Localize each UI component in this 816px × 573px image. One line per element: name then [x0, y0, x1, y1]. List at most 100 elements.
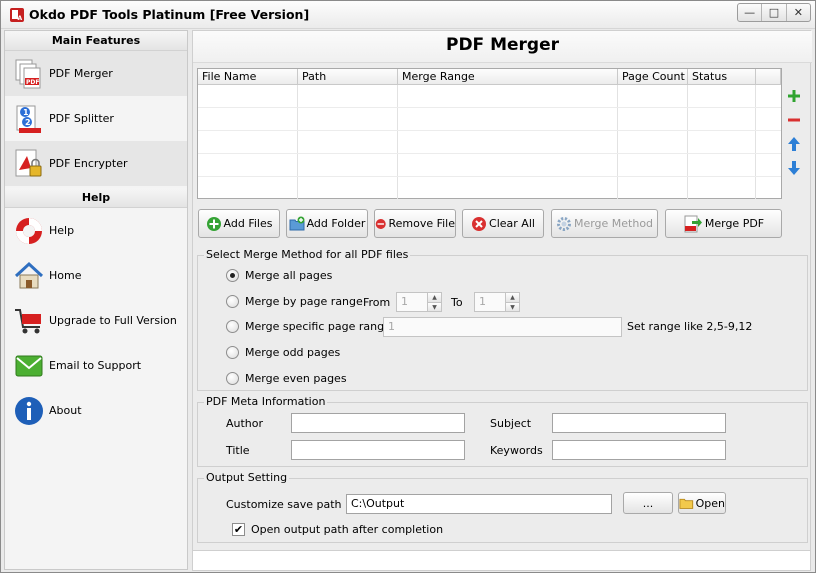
cart-icon — [15, 308, 41, 333]
keywords-field[interactable] — [552, 440, 726, 460]
subject-label: Subject — [490, 417, 532, 430]
meta-info-group: PDF Meta Information Author Subject Titl… — [197, 395, 808, 467]
keywords-label: Keywords — [490, 444, 543, 457]
status-bar — [193, 550, 810, 570]
pdf-splitter-icon: 1 2 — [16, 105, 41, 133]
radio-dot — [226, 269, 239, 282]
sidebar-item-upgrade[interactable]: Upgrade to Full Version — [5, 298, 187, 343]
clear-all-label: Clear All — [489, 217, 535, 230]
spin-down-icon[interactable]: ▼ — [506, 302, 519, 311]
sidebar-item-about[interactable]: About — [5, 388, 187, 433]
sidebar-item-label: PDF Merger — [49, 67, 113, 80]
table-side-tools — [787, 89, 801, 185]
move-down-button[interactable] — [787, 161, 801, 175]
add-files-button[interactable]: Add Files — [198, 209, 280, 238]
title-bar: A Okdo PDF Tools Platinum [Free Version]… — [1, 1, 815, 29]
svg-text:2: 2 — [25, 118, 31, 127]
to-page-stepper[interactable]: 1 ▲ ▼ — [474, 292, 520, 312]
main-features-heading: Main Features — [5, 31, 187, 51]
specific-range-input[interactable]: 1 — [383, 317, 622, 337]
open-after-label: Open output path after completion — [251, 523, 444, 536]
sidebar-item-home[interactable]: Home — [5, 253, 187, 298]
spin-up-icon[interactable]: ▲ — [506, 293, 519, 302]
add-folder-label: Add Folder — [306, 217, 366, 230]
radio-label: Merge by page range — [245, 295, 363, 308]
sidebar-item-label: PDF Encrypter — [49, 157, 128, 170]
column-header-status[interactable]: Status — [688, 69, 756, 84]
table-row — [198, 154, 781, 177]
sidebar-item-label: Home — [49, 269, 82, 282]
to-spin-buttons[interactable]: ▲ ▼ — [505, 293, 519, 311]
minimize-button[interactable]: — — [738, 4, 761, 21]
envelope-icon — [15, 355, 43, 376]
table-header: File Name Path Merge Range Page Count St… — [198, 69, 781, 85]
radio-merge-all[interactable]: Merge all pages — [226, 269, 332, 282]
add-row-button[interactable] — [787, 89, 801, 103]
add-folder-icon — [289, 216, 305, 230]
to-label: To — [451, 296, 463, 309]
sidebar-item-help[interactable]: Help — [5, 208, 187, 253]
radio-merge-odd[interactable]: Merge odd pages — [226, 346, 340, 359]
file-table[interactable]: File Name Path Merge Range Page Count St… — [197, 68, 782, 200]
radio-merge-by-range[interactable]: Merge by page range — [226, 295, 363, 308]
maximize-button[interactable]: □ — [761, 4, 785, 21]
info-icon — [15, 396, 43, 425]
merge-method-legend: Select Merge Method for all PDF files — [204, 248, 411, 261]
author-field[interactable] — [291, 413, 465, 433]
merge-method-button[interactable]: Merge Method — [551, 209, 658, 238]
sidebar-item-label: PDF Splitter — [49, 112, 114, 125]
pdf-merger-icon: PDF — [15, 59, 41, 88]
sidebar: Main Features PDF PDF Merger 1 2 PDF Spl… — [4, 30, 188, 570]
specific-range-value: 1 — [388, 320, 395, 333]
folder-icon — [679, 498, 694, 509]
window-title: Okdo PDF Tools Platinum [Free Version] — [29, 7, 310, 22]
meta-info-legend: PDF Meta Information — [204, 395, 328, 408]
table-row — [198, 131, 781, 154]
sidebar-item-pdf-encrypter[interactable]: PDF Encrypter — [5, 141, 187, 186]
column-header-path[interactable]: Path — [298, 69, 398, 84]
merge-method-group: Select Merge Method for all PDF files Me… — [197, 248, 808, 391]
radio-merge-even[interactable]: Merge even pages — [226, 372, 347, 385]
radio-label: Merge odd pages — [245, 346, 341, 359]
open-folder-button[interactable]: Open — [678, 492, 726, 514]
from-page-stepper[interactable]: 1 ▲ ▼ — [396, 292, 442, 312]
browse-button[interactable]: ... — [623, 492, 673, 514]
sidebar-item-email-support[interactable]: Email to Support — [5, 343, 187, 388]
browse-label: ... — [642, 496, 654, 510]
remove-file-label: Remove File — [388, 217, 455, 230]
table-row — [198, 177, 781, 200]
radio-merge-specific[interactable]: Merge specific page range — [226, 320, 391, 333]
spin-down-icon[interactable]: ▼ — [428, 302, 441, 311]
remove-file-button[interactable]: Remove File — [374, 209, 456, 238]
plus-icon — [788, 90, 800, 102]
sidebar-item-label: Email to Support — [49, 359, 142, 372]
merge-method-label: Merge Method — [573, 217, 654, 230]
column-header-file-name[interactable]: File Name — [198, 69, 298, 84]
move-up-button[interactable] — [787, 137, 801, 151]
radio-dot — [226, 346, 239, 359]
merge-pdf-button[interactable]: Merge PDF — [665, 209, 782, 238]
open-after-checkbox[interactable]: ✔ — [232, 523, 245, 536]
column-header-page-count[interactable]: Page Count — [618, 69, 688, 84]
add-folder-button[interactable]: Add Folder — [286, 209, 368, 238]
from-spin-buttons[interactable]: ▲ ▼ — [427, 293, 441, 311]
window-controls: — □ ✕ — [737, 3, 811, 22]
sidebar-item-label: About — [49, 404, 82, 417]
title-field[interactable] — [291, 440, 465, 460]
sidebar-item-pdf-splitter[interactable]: 1 2 PDF Splitter — [5, 96, 187, 141]
radio-label: Merge all pages — [245, 269, 333, 282]
column-header-merge-range[interactable]: Merge Range — [398, 69, 618, 84]
merge-pdf-icon — [684, 215, 702, 232]
sidebar-item-pdf-merger[interactable]: PDF PDF Merger — [5, 51, 187, 96]
arrow-down-icon — [788, 161, 800, 175]
save-path-input[interactable]: C:\Output — [346, 494, 612, 514]
subject-field[interactable] — [552, 413, 726, 433]
to-page-value: 1 — [479, 295, 486, 308]
spin-up-icon[interactable]: ▲ — [428, 293, 441, 302]
remove-row-button[interactable] — [787, 113, 801, 127]
range-hint: Set range like 2,5-9,12 — [627, 320, 753, 333]
clear-all-button[interactable]: Clear All — [462, 209, 544, 238]
close-button[interactable]: ✕ — [785, 4, 810, 21]
remove-circle-icon — [375, 218, 386, 229]
save-path-value: C:\Output — [351, 497, 405, 510]
